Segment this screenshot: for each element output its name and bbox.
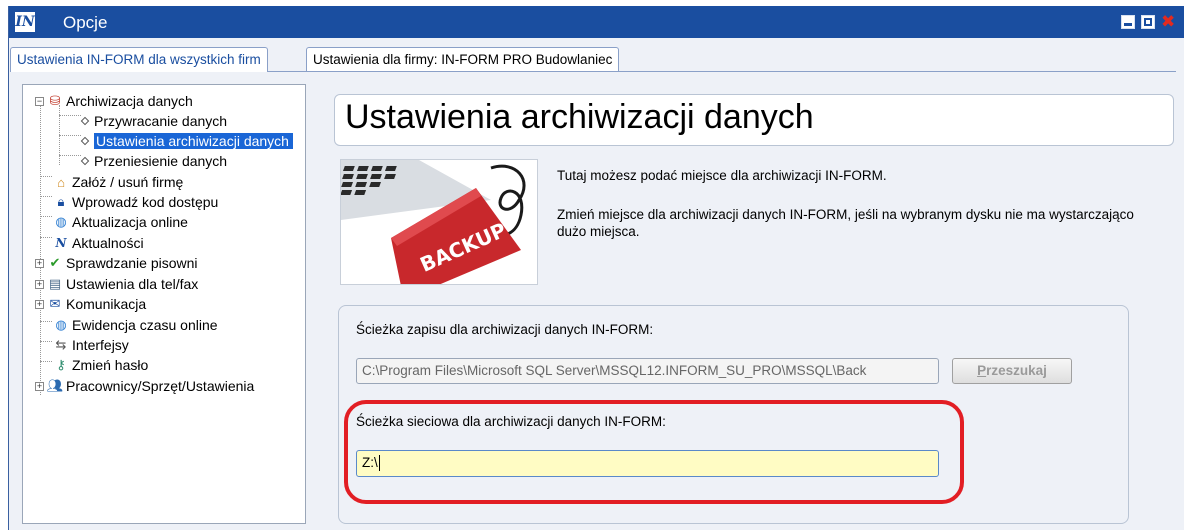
- tree-item-aktualnosci[interactable]: N Aktualności: [53, 233, 144, 253]
- tree-item-label: Sprawdzanie pisowni: [66, 255, 198, 271]
- info-text-space: Zmień miejsce dla archiwizacji danych IN…: [557, 207, 1134, 239]
- tree-item-ustawienia-archiwizacji[interactable]: Ustawienia archiwizacji danych: [77, 131, 293, 151]
- path-label: Ścieżka zapisu dla archiwizacji danych I…: [356, 322, 654, 337]
- diamond-bullet-icon: [80, 136, 90, 146]
- search-button-label: rzeszukaj: [986, 363, 1047, 378]
- globe-icon: ◍: [55, 214, 67, 229]
- tree-item-kod-dostepu[interactable]: 🔒︎ Wprowadź kod dostępu: [53, 192, 219, 212]
- search-button[interactable]: Przeszukaj: [952, 358, 1072, 384]
- text-caret: [378, 455, 380, 472]
- page-title: Ustawienia archiwizacji danych: [345, 98, 814, 136]
- tree-item-label: Wprowadź kod dostępu: [72, 194, 219, 210]
- app-logo-icon: IN: [15, 12, 35, 32]
- tree-item-zaloz-firme[interactable]: ⌂ Załóż / usuń firmę: [53, 172, 183, 192]
- tree-item-zmien-haslo[interactable]: ⚷ Zmień hasło: [53, 355, 148, 375]
- expand-icon[interactable]: +: [35, 279, 44, 289]
- key-icon: ⚷: [56, 357, 66, 372]
- settings-tree[interactable]: − ⛁ Archiwizacja danych Przywracanie dan…: [22, 84, 306, 524]
- tree-item-pisownia[interactable]: + ✔ Sprawdzanie pisowni: [35, 253, 198, 273]
- network-path-input[interactable]: Z:\: [356, 450, 939, 477]
- minimize-button[interactable]: [1121, 15, 1135, 29]
- fax-icon: ▤: [48, 276, 62, 291]
- tree-item-archiwizacja[interactable]: − ⛁ Archiwizacja danych: [35, 91, 193, 111]
- close-button[interactable]: ✖: [1161, 13, 1177, 30]
- tree-item-komunikacja[interactable]: + ✉ Komunikacja: [35, 294, 146, 314]
- search-button-mnemonic: P: [977, 363, 987, 378]
- lock-icon: 🔒︎: [57, 194, 65, 209]
- tree-item-przeniesienie[interactable]: Przeniesienie danych: [77, 151, 227, 171]
- network-path-label: Ścieżka sieciowa dla archiwizacji danych…: [356, 414, 666, 429]
- tree-item-label: Aktualizacja online: [72, 214, 188, 230]
- diamond-bullet-icon: [80, 116, 90, 126]
- tree-item-przywracanie[interactable]: Przywracanie danych: [77, 111, 227, 131]
- tree-item-tel-fax[interactable]: + ▤ Ustawienia dla tel/fax: [35, 274, 198, 294]
- tree-item-label: Interfejsy: [72, 337, 129, 353]
- backup-image: BACKUP: [340, 159, 538, 285]
- collapse-icon[interactable]: −: [35, 96, 44, 106]
- tree-item-label: Aktualności: [72, 235, 144, 251]
- expand-icon[interactable]: +: [35, 258, 44, 268]
- tree-item-label: Załóż / usuń firmę: [72, 174, 184, 190]
- page-header: Ustawienia archiwizacji danych: [334, 94, 1174, 146]
- expand-icon[interactable]: +: [35, 381, 44, 391]
- house-icon: ⌂: [57, 174, 65, 190]
- people-icon: 👥︎: [46, 378, 64, 393]
- tree-item-ewidencja[interactable]: ◍ Ewidencja czasu online: [53, 315, 218, 335]
- tree-item-label: Przywracanie danych: [94, 113, 228, 129]
- checkmark-icon: ✔: [49, 255, 61, 270]
- title-bar[interactable]: IN Opcje ✖: [9, 6, 1184, 38]
- tree-item-aktualizacja[interactable]: ◍ Aktualizacja online: [53, 212, 188, 232]
- network-path-value: Z:\: [362, 455, 378, 470]
- app-logo-icon: N: [55, 236, 67, 250]
- info-text-location: Tutaj możesz podać miejsce dla archiwiza…: [557, 168, 887, 183]
- arrows-icon: ⇆: [55, 337, 67, 352]
- expand-icon[interactable]: +: [35, 299, 44, 309]
- envelope-icon: ✉: [49, 296, 61, 311]
- tree-item-pracownicy[interactable]: + 👥︎ Pracownicy/Sprzęt/Ustawienia: [35, 376, 254, 396]
- globe-icon: ◍: [55, 317, 67, 332]
- tree-item-label: Zmień hasło: [72, 357, 149, 373]
- diamond-bullet-icon: [80, 156, 90, 166]
- tab-all-companies[interactable]: Ustawienia IN-FORM dla wszystkich firm: [10, 47, 268, 72]
- tree-item-label: Komunikacja: [66, 296, 147, 312]
- tree-item-interfejsy[interactable]: ⇆ Interfejsy: [53, 335, 129, 355]
- tree-item-label: Ustawienia archiwizacji danych: [94, 133, 293, 149]
- tree-item-label: Ewidencja czasu online: [72, 317, 218, 333]
- tab-company-settings[interactable]: Ustawienia dla firmy: IN-FORM PRO Budowl…: [306, 47, 620, 71]
- tree-item-label: Przeniesienie danych: [94, 153, 228, 169]
- window-title: Opcje: [63, 13, 108, 32]
- maximize-button[interactable]: [1141, 15, 1155, 29]
- archive-icon: ⛁: [49, 93, 61, 108]
- archive-path-input[interactable]: C:\Program Files\Microsoft SQL Server\MS…: [356, 358, 939, 384]
- tree-item-label: Archiwizacja danych: [66, 93, 193, 109]
- tree-item-label: Pracownicy/Sprzęt/Ustawienia: [66, 378, 255, 394]
- tree-item-label: Ustawienia dla tel/fax: [66, 276, 199, 292]
